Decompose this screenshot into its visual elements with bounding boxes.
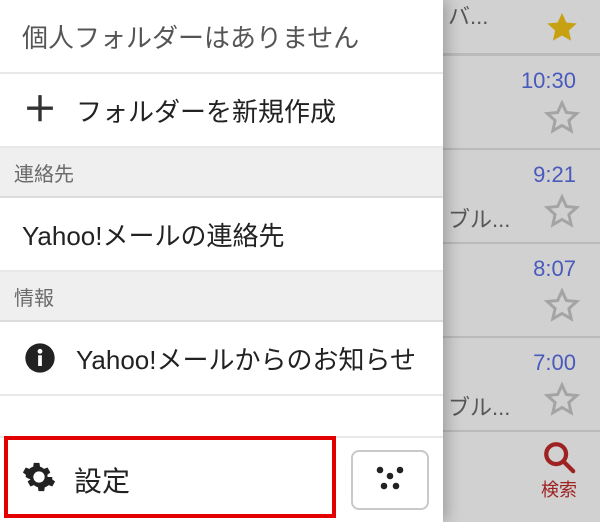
mail-time: 8:07: [533, 256, 576, 282]
drawer-bottom-bar: 設定: [0, 436, 443, 522]
settings-label: 設定: [74, 460, 130, 500]
mail-time: 10:30: [521, 68, 576, 94]
mail-subject-snippet: バ...: [448, 0, 488, 31]
search-label: 検索: [529, 476, 589, 502]
section-header-info: 情報: [0, 272, 443, 322]
star-outline-icon[interactable]: [544, 288, 580, 324]
no-personal-folders: 個人フォルダーはありません: [0, 0, 443, 74]
mail-subject-snippet: ブル...: [448, 202, 510, 234]
mail-time: 7:00: [533, 350, 576, 376]
search-button[interactable]: 検索: [529, 440, 589, 514]
info-item[interactable]: Yahoo!メールからのお知らせ: [0, 322, 443, 396]
plus-icon: ＋: [22, 93, 58, 127]
settings-button[interactable]: 設定: [0, 438, 345, 522]
mail-time: 9:21: [533, 162, 576, 188]
no-folder-label: 個人フォルダーはありません: [22, 18, 359, 55]
star-filled-icon[interactable]: [544, 10, 580, 46]
section-contacts-label: 連絡先: [14, 158, 74, 187]
theme-icon: [370, 462, 410, 499]
star-outline-icon[interactable]: [544, 194, 580, 230]
mail-subject-snippet: ブル...: [448, 390, 510, 422]
new-folder-label: フォルダーを新規作成: [76, 92, 336, 129]
star-outline-icon[interactable]: [544, 100, 580, 136]
gear-icon: [22, 460, 56, 501]
contacts-label: Yahoo!メールの連絡先: [22, 216, 284, 253]
theme-button[interactable]: [351, 450, 429, 510]
new-folder-button[interactable]: ＋ フォルダーを新規作成: [0, 74, 443, 148]
contacts-item[interactable]: Yahoo!メールの連絡先: [0, 198, 443, 272]
star-outline-icon[interactable]: [544, 382, 580, 418]
nav-drawer: 個人フォルダーはありません ＋ フォルダーを新規作成 連絡先 Yahoo!メール…: [0, 0, 443, 522]
section-header-contacts: 連絡先: [0, 148, 443, 198]
section-info-label: 情報: [14, 282, 54, 311]
info-icon: [22, 342, 58, 374]
info-label: Yahoo!メールからのお知らせ: [76, 340, 416, 377]
